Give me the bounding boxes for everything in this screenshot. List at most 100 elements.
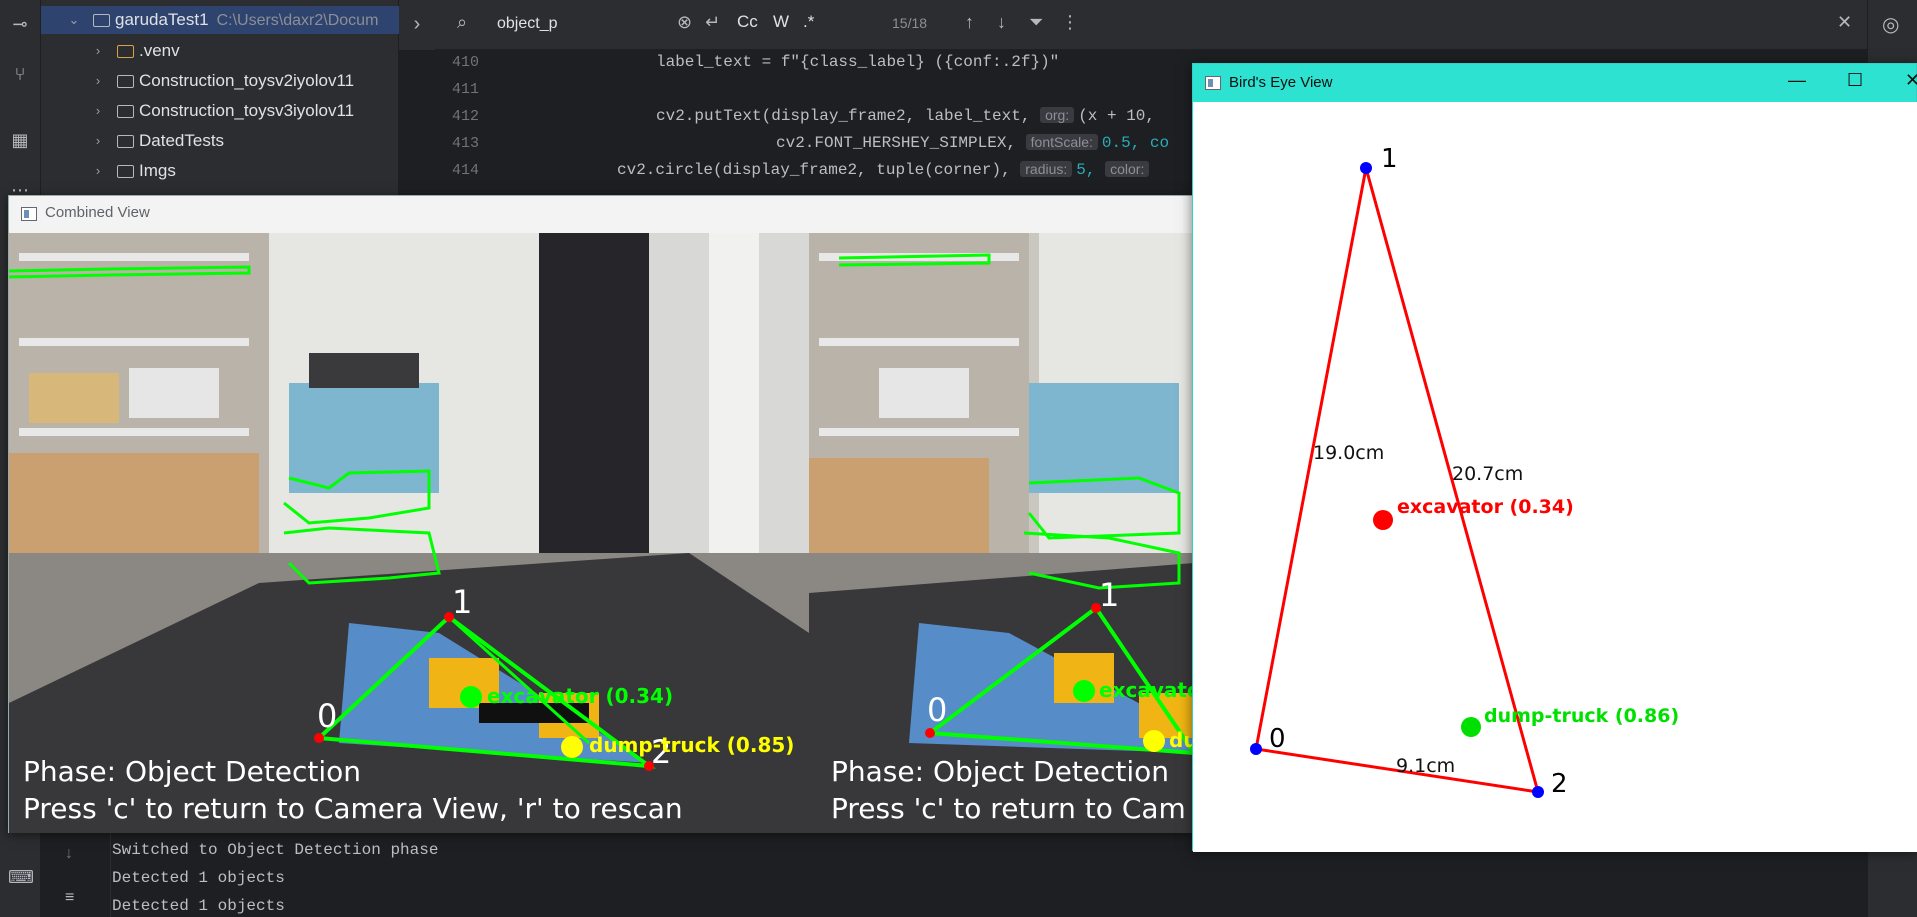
distance-label: 9.1cm xyxy=(1396,755,1455,777)
project-path: C:\Users\daxr2\Docum xyxy=(216,12,379,29)
tree-item-label: Construction_toysv3iyolov11 xyxy=(139,101,355,120)
line-number: 414 xyxy=(451,162,479,179)
instructions-text: Press 'c' to return to Cam xyxy=(831,792,1186,825)
distance-label: 19.0cm xyxy=(1313,442,1384,464)
tree-item-label: Imgs xyxy=(139,161,176,180)
corner-marker xyxy=(1250,743,1262,755)
param-hint: radius: xyxy=(1020,161,1073,177)
chevron-right-icon[interactable]: › xyxy=(91,127,105,155)
arrow-up-icon[interactable]: ↑ xyxy=(965,12,974,33)
app-window-icon xyxy=(1205,76,1221,90)
corner-label: 0 xyxy=(1269,724,1286,754)
window-title: Bird's Eye View xyxy=(1229,74,1333,91)
instructions-text: Press 'c' to return to Camera View, 'r' … xyxy=(23,792,683,825)
find-input[interactable] xyxy=(497,10,697,38)
tree-item-label: DatedTests xyxy=(139,131,225,150)
phase-text: Phase: Object Detection xyxy=(831,755,1170,788)
corner-label: 2 xyxy=(1551,769,1568,799)
folder-icon xyxy=(93,14,110,27)
object-marker xyxy=(1373,510,1393,530)
object-marker xyxy=(1461,717,1481,737)
filter-icon[interactable]: ⏷ xyxy=(1029,12,1043,33)
window-titlebar[interactable]: Combined View xyxy=(9,196,1192,232)
code-line-413: cv2.FONT_HERSHEY_SIMPLEX, fontScale: 0.5,… xyxy=(776,134,1169,152)
folder-icon xyxy=(117,135,134,148)
arrow-down-icon[interactable]: ↓ xyxy=(997,12,1006,33)
code-text: cv2.putText(display_frame2, label_text, xyxy=(656,107,1041,125)
pull-request-icon[interactable]: ⑂ xyxy=(8,62,32,86)
clear-icon[interactable]: ⊗ xyxy=(677,12,692,33)
commit-icon[interactable]: ⊸ xyxy=(8,12,32,36)
folder-icon xyxy=(117,165,134,178)
tree-item-imgs[interactable]: › Imgs xyxy=(41,157,399,185)
window-title: Combined View xyxy=(45,204,150,221)
soft-wrap-icon[interactable]: ≡ xyxy=(65,889,74,907)
code-text: cv2.circle(display_frame2, tuple(corner)… xyxy=(617,161,1021,179)
param-hint: org: xyxy=(1040,107,1075,123)
param-hint: color: xyxy=(1105,161,1150,177)
find-bar: ⌕ ⊗ ↵ Cc W .* 15/18 ↑ ↓ ⏷ ⋮ ✕ xyxy=(435,0,1867,50)
line-number: 413 xyxy=(451,135,479,152)
match-case-toggle[interactable]: Cc xyxy=(737,12,758,32)
tree-item-construction-v3[interactable]: › Construction_toysv3iyolov11 xyxy=(41,97,399,125)
birds-eye-canvas: 1 0 2 19.0cm 20.7cm 9.1cm excavator (0.3… xyxy=(1193,102,1917,852)
line-number: 410 xyxy=(451,54,479,71)
camera-pane-left: 1 0 2 excavator (0.34) dump-truck (0.85)… xyxy=(9,233,809,833)
more-options-icon[interactable]: ⋮ xyxy=(1061,12,1079,33)
distance-label: 20.7cm xyxy=(1452,463,1523,485)
chevron-down-icon[interactable]: ⌄ xyxy=(67,6,81,34)
terminal-icon[interactable]: ⌨ xyxy=(8,865,34,889)
app-window-icon xyxy=(21,207,37,221)
param-hint: fontScale: xyxy=(1025,134,1098,150)
window-titlebar[interactable]: Bird's Eye View — ☐ ✕ xyxy=(1193,64,1917,102)
code-line-410: label_text = f"{class_label} ({conf:.2f}… xyxy=(656,53,1060,71)
chevron-right-icon[interactable]: › xyxy=(91,157,105,185)
words-toggle[interactable]: W xyxy=(773,12,789,32)
console-line: Switched to Object Detection phase xyxy=(112,841,439,859)
chevron-right-icon[interactable]: › xyxy=(91,97,105,125)
newline-icon[interactable]: ↵ xyxy=(705,12,720,33)
tree-item-venv[interactable]: › .venv xyxy=(41,37,399,65)
code-text: 0.5, co xyxy=(1101,134,1170,152)
ai-assistant-icon[interactable]: ◎ xyxy=(1882,12,1899,37)
close-icon[interactable]: ✕ xyxy=(1837,12,1852,33)
corner-marker xyxy=(1532,786,1544,798)
detection-overlay xyxy=(838,253,1194,756)
minimize-icon[interactable]: — xyxy=(1788,70,1806,91)
match-count: 15/18 xyxy=(892,15,928,31)
object-label: dump-truck (0.86) xyxy=(1484,705,1679,727)
camera-pane-right: 1 0 excavato dum Phase: Object Detection… xyxy=(809,233,1194,833)
chevron-right-icon[interactable]: › xyxy=(91,67,105,95)
phase-text: Phase: Object Detection xyxy=(23,755,362,788)
chevron-right-icon[interactable]: › xyxy=(91,37,105,65)
scroll-down-icon[interactable]: ↓ xyxy=(65,845,73,863)
code-text: (x + 10, xyxy=(1078,107,1155,125)
project-panel: ⌄ garudaTest1 C:\Users\daxr2\Docum › .ven… xyxy=(41,0,399,200)
line-number: 411 xyxy=(451,81,479,98)
structure-icon[interactable]: ▦ xyxy=(8,128,32,152)
close-icon[interactable]: ✕ xyxy=(1905,70,1917,91)
detection-label: excavato xyxy=(1099,678,1194,702)
code-text: 5, xyxy=(1076,161,1106,179)
corner-label: 0 xyxy=(927,691,948,729)
code-line-414: cv2.circle(display_frame2, tuple(corner)… xyxy=(617,161,1153,179)
code-text: cv2.FONT_HERSHEY_SIMPLEX, xyxy=(776,134,1026,152)
tree-item-datedtests[interactable]: › DatedTests xyxy=(41,127,399,155)
regex-toggle[interactable]: .* xyxy=(803,12,814,32)
detection-label: dum xyxy=(1169,728,1194,752)
folder-icon xyxy=(117,105,134,118)
project-name: garudaTest1 xyxy=(115,10,209,29)
folder-icon xyxy=(117,45,134,58)
search-icon[interactable]: ⌕ xyxy=(457,12,467,33)
chevron-right-icon[interactable]: › xyxy=(399,0,435,50)
maximize-icon[interactable]: ☐ xyxy=(1847,70,1863,91)
tree-item-construction-v2[interactable]: › Construction_toysv2iyolov11 xyxy=(41,67,399,95)
tree-root[interactable]: ⌄ garudaTest1 C:\Users\daxr2\Docum xyxy=(41,6,399,34)
corner-label: 1 xyxy=(1099,576,1120,614)
object-label: excavator (0.34) xyxy=(1397,496,1574,518)
combined-view-window[interactable]: Combined View 1 0 2 excavator (0.34) dum… xyxy=(8,195,1194,833)
birds-eye-view-window[interactable]: Bird's Eye View — ☐ ✕ 1 0 2 19.0cm 20.7c… xyxy=(1192,63,1917,852)
detection-label: excavator (0.34) xyxy=(487,684,674,708)
console-line: Detected 1 objects xyxy=(112,897,285,915)
corner-label: 1 xyxy=(1381,144,1398,174)
